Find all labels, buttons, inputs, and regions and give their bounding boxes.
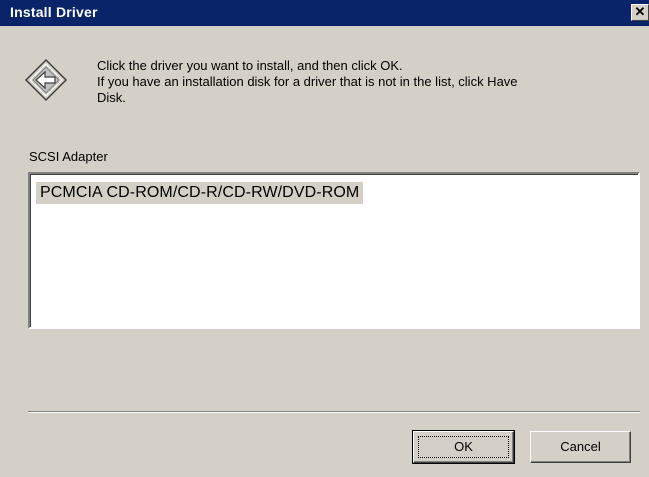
list-label: SCSI Adapter (29, 149, 108, 164)
instruction-line-1: Click the driver you want to install, an… (97, 58, 403, 73)
close-icon: ✕ (634, 4, 646, 19)
cancel-button[interactable]: Cancel (530, 431, 631, 463)
separator (28, 411, 640, 413)
driver-listbox[interactable]: PCMCIA CD-ROM/CD-R/CD-RW/DVD-ROM (28, 172, 640, 329)
list-item-selected[interactable]: PCMCIA CD-ROM/CD-R/CD-RW/DVD-ROM (36, 182, 364, 204)
driver-install-icon (24, 58, 68, 102)
install-driver-dialog: Install Driver ✕ Click the driver you wa… (0, 0, 649, 477)
instruction-line-3: Disk. (97, 90, 126, 105)
close-button[interactable]: ✕ (631, 4, 649, 21)
cancel-button-label: Cancel (560, 439, 601, 454)
focus-rectangle (418, 436, 509, 458)
instructions-text: Click the driver you want to install, an… (97, 58, 637, 106)
ok-button[interactable]: OK (412, 430, 515, 464)
dialog-title: Install Driver (10, 4, 98, 20)
instruction-line-2: If you have an installation disk for a d… (97, 74, 518, 89)
title-bar: Install Driver ✕ (0, 0, 649, 26)
